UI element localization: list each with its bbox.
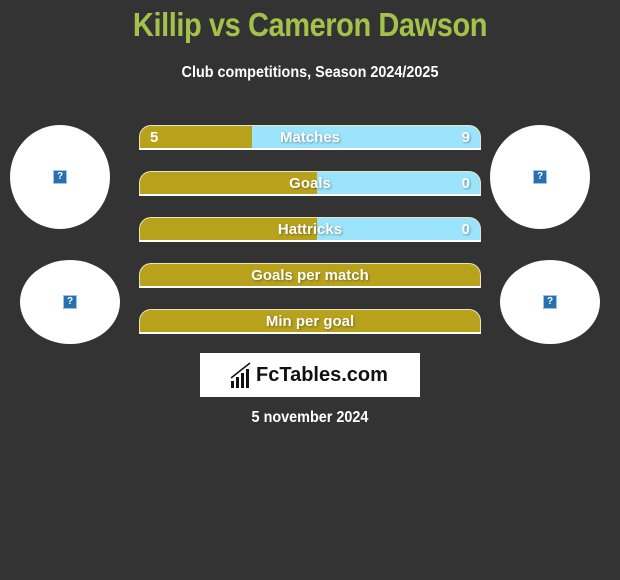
- match-date: 5 november 2024: [251, 409, 369, 426]
- stat-bar-hattricks: Hattricks 0: [139, 217, 481, 242]
- left-club-logo: ?: [20, 260, 120, 344]
- right-club-logo: ?: [500, 260, 600, 344]
- fctables-logo[interactable]: FcTables.com: [200, 353, 420, 397]
- right-value: 0: [461, 175, 470, 192]
- image-placeholder-icon: ?: [533, 170, 547, 184]
- competition-subtitle: Club competitions, Season 2024/2025: [181, 64, 439, 81]
- stat-bar-goals-per-match: Goals per match: [139, 263, 481, 288]
- stat-label: Min per goal: [265, 313, 355, 330]
- bar-chart-icon: [230, 362, 251, 388]
- stat-label: Goals per match: [251, 267, 369, 284]
- stat-label: Matches: [279, 129, 341, 146]
- page-title: Killip vs Cameron Dawson: [132, 6, 488, 43]
- stat-bar-matches: 5 Matches 9: [139, 125, 481, 150]
- stat-label: Goals: [289, 175, 331, 192]
- right-value: 0: [461, 221, 470, 238]
- stat-bar-min-per-goal: Min per goal: [139, 309, 481, 334]
- image-placeholder-icon: ?: [543, 295, 557, 309]
- right-player-avatar: ?: [490, 125, 590, 229]
- stat-label: Hattricks: [277, 221, 343, 238]
- image-placeholder-icon: ?: [53, 170, 67, 184]
- left-player-avatar: ?: [10, 125, 110, 229]
- stat-bar-goals: Goals 0: [139, 171, 481, 196]
- image-placeholder-icon: ?: [63, 295, 77, 309]
- logo-text: FcTables.com: [256, 364, 388, 386]
- right-value: 9: [461, 129, 470, 146]
